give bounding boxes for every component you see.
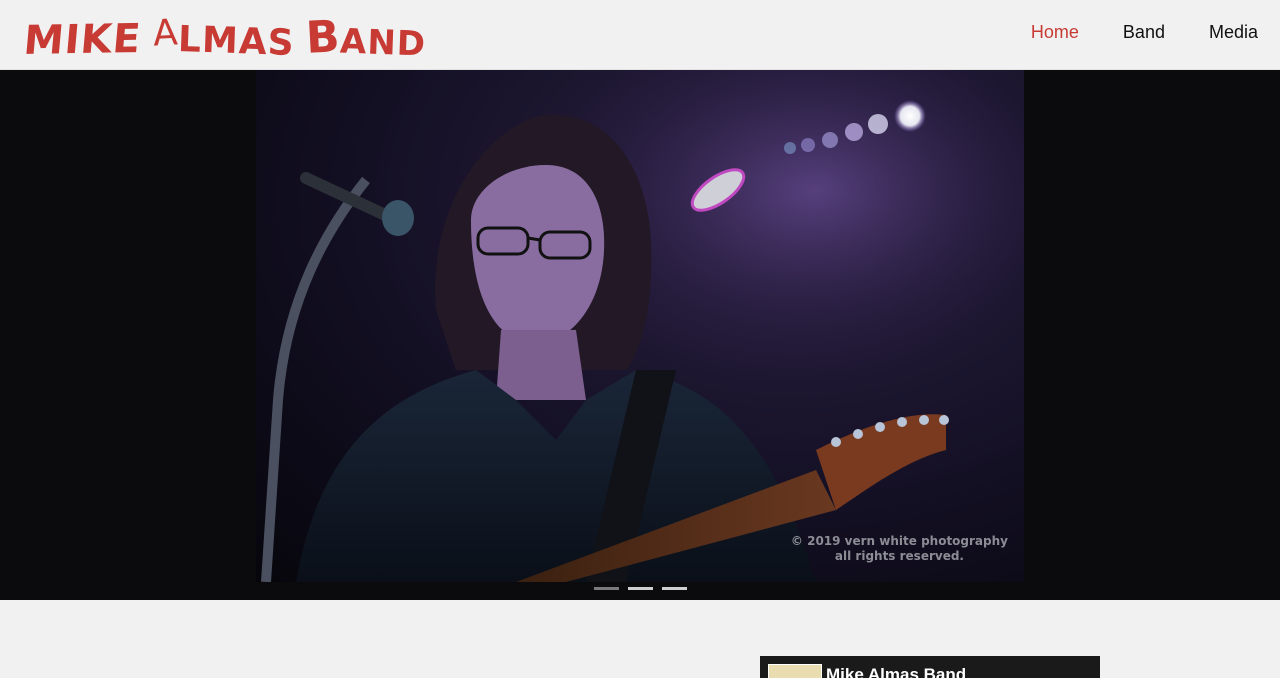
watermark-line-1: © 2019 vern white photography xyxy=(790,534,1008,548)
slide-dot-2[interactable] xyxy=(628,587,653,590)
hero-slideshow: © 2019 vern white photography all rights… xyxy=(0,70,1280,600)
slide-dot-3[interactable] xyxy=(662,587,687,590)
facebook-page-title[interactable]: Mike Almas Band xyxy=(826,665,966,678)
nav-band-link[interactable]: Band xyxy=(1123,22,1165,43)
logo-letter-b: B xyxy=(304,11,342,64)
nav-media-link[interactable]: Media xyxy=(1209,22,1258,43)
logo-word-and: AND xyxy=(339,21,427,65)
slide-dot-1[interactable] xyxy=(594,587,619,590)
logo-word-lmas: LMAS xyxy=(176,18,295,65)
logo-letter-a: A xyxy=(151,12,179,55)
photo-watermark: © 2019 vern white photography all rights… xyxy=(791,534,1008,564)
site-logo[interactable]: MIKE A LMAS B AND xyxy=(21,8,427,65)
logo-word-mike: MIKE xyxy=(21,15,144,65)
nav-home-link[interactable]: Home xyxy=(1031,22,1079,43)
facebook-page-thumbnail[interactable] xyxy=(768,664,822,678)
main-nav: Home Band Media xyxy=(1031,22,1258,43)
slideshow-pagination xyxy=(594,587,687,590)
watermark-line-2: all rights reserved. xyxy=(834,549,964,563)
hero-photo: © 2019 vern white photography all rights… xyxy=(256,70,1024,582)
concert-photo-illustration xyxy=(261,70,1024,582)
facebook-page-widget[interactable]: Mike Almas Band xyxy=(760,656,1100,678)
site-header: MIKE A LMAS B AND Home Band Media xyxy=(0,0,1280,70)
